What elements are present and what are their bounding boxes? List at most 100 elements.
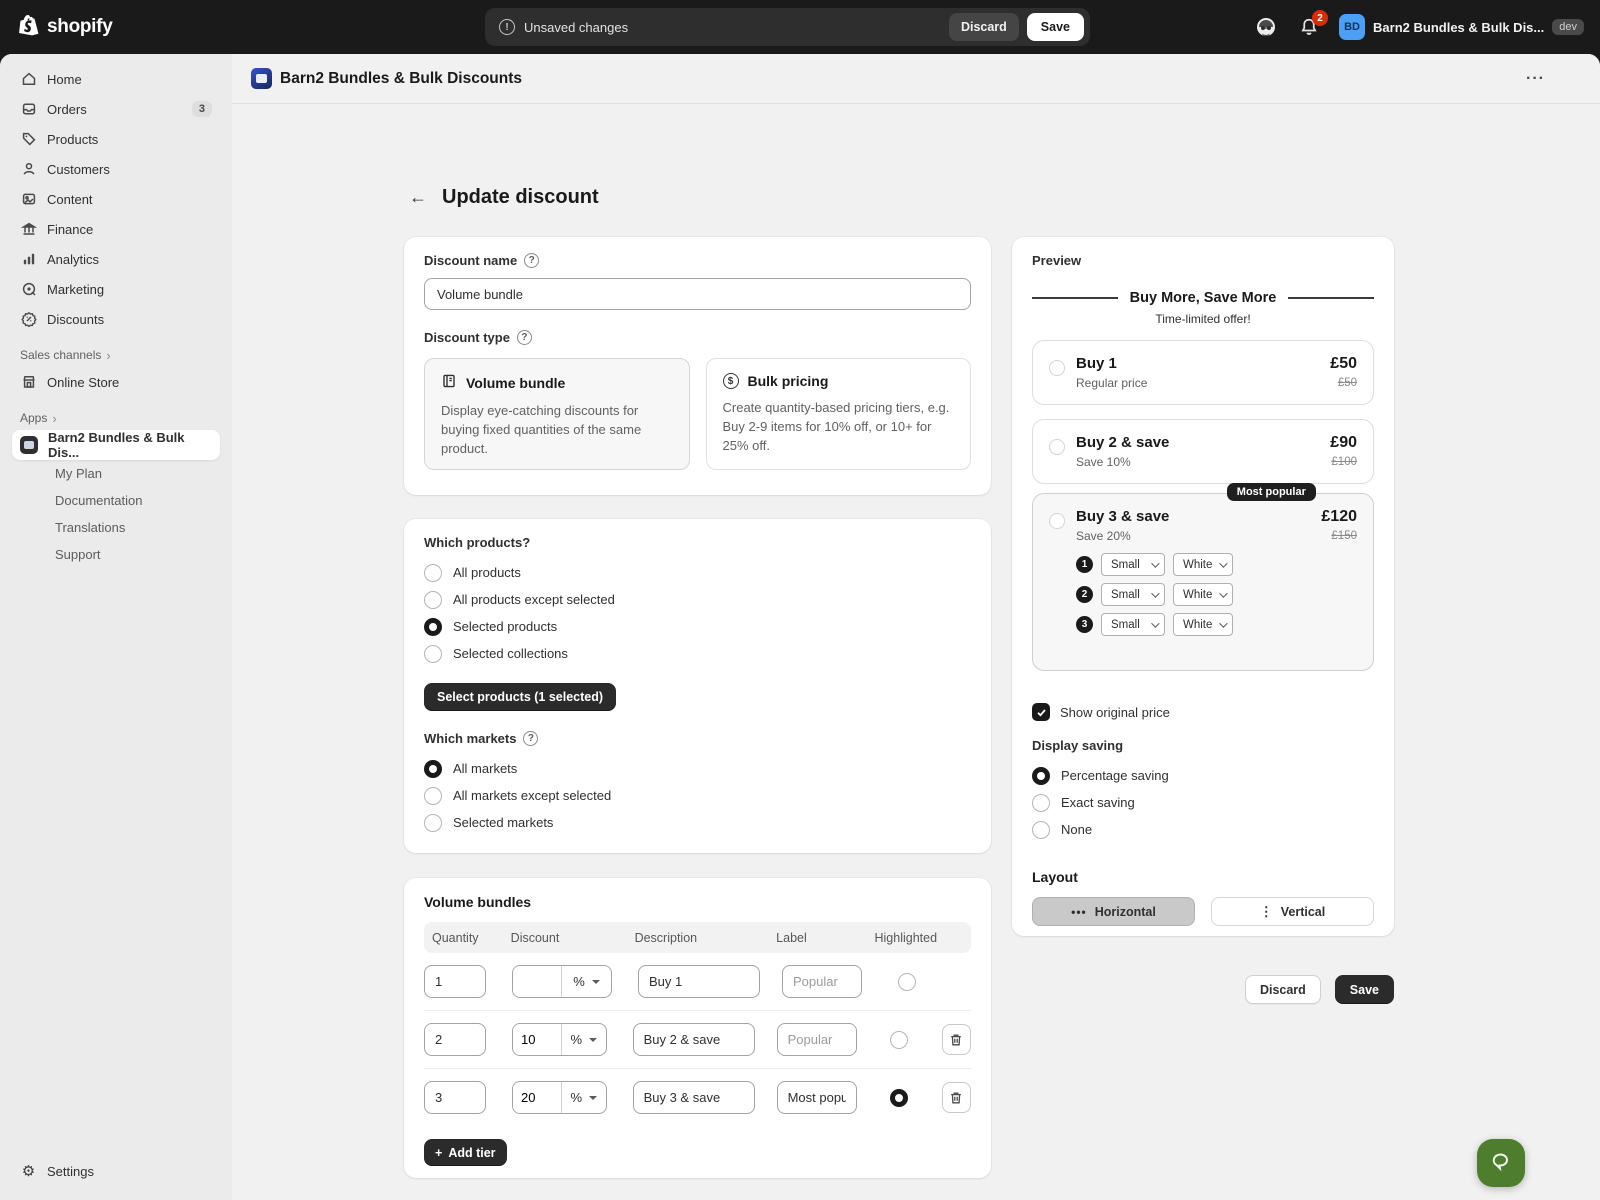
shopify-logo[interactable]: shopify: [18, 13, 218, 42]
sidebar-item-analytics[interactable]: Analytics: [12, 244, 220, 274]
help-icon[interactable]: ?: [524, 253, 539, 268]
discount-type-bulk-pricing[interactable]: $ Bulk pricing Create quantity-based pri…: [706, 358, 972, 470]
label-input[interactable]: [777, 1023, 857, 1056]
sidebar-item-label: Barn2 Bundles & Bulk Dis...: [48, 430, 212, 460]
radio-icon[interactable]: [1032, 821, 1050, 839]
label-input[interactable]: [777, 1081, 857, 1114]
offer-radio-icon[interactable]: [1049, 360, 1065, 376]
sales-channels-header[interactable]: Sales channels ›: [12, 343, 220, 367]
unit-select[interactable]: %: [561, 1082, 606, 1113]
preview-offer-buy-1[interactable]: Buy 1 Regular price £50 £50: [1032, 340, 1374, 405]
highlighted-radio[interactable]: [890, 1089, 908, 1107]
radio-icon[interactable]: [424, 645, 442, 663]
layout-vertical-button[interactable]: ⋮ Vertical: [1211, 897, 1374, 926]
back-arrow-icon[interactable]: ←: [404, 183, 432, 211]
description-input[interactable]: [633, 1081, 755, 1114]
sidebar-item-content[interactable]: Content: [12, 184, 220, 214]
delete-tier-button[interactable]: [942, 1082, 971, 1113]
sidebar-item-finance[interactable]: Finance: [12, 214, 220, 244]
radio-exact-saving[interactable]: Exact saving: [1032, 789, 1374, 816]
sidebar-item-my-plan[interactable]: My Plan: [12, 460, 220, 487]
store-account-menu[interactable]: BD Barn2 Bundles & Bulk Dis... dev: [1339, 14, 1584, 40]
layout-horizontal-button[interactable]: ••• Horizontal: [1032, 897, 1195, 926]
quantity-input[interactable]: [424, 1023, 486, 1056]
select-products-button[interactable]: Select products (1 selected): [424, 683, 616, 711]
sidebar-item-orders[interactable]: Orders 3: [12, 94, 220, 124]
more-options-icon[interactable]: ···: [1526, 70, 1545, 88]
discount-name-input[interactable]: [424, 278, 971, 310]
discard-button[interactable]: Discard: [1245, 975, 1321, 1004]
sidebar-item-barn2-app[interactable]: Barn2 Bundles & Bulk Dis...: [12, 430, 220, 460]
save-button[interactable]: Save: [1335, 975, 1394, 1004]
sidebar-item-support[interactable]: Support: [12, 541, 220, 568]
radio-all-markets[interactable]: All markets: [424, 755, 971, 782]
sidebar-item-translations[interactable]: Translations: [12, 514, 220, 541]
offer-radio-icon[interactable]: [1049, 439, 1065, 455]
banner-line: [1032, 297, 1118, 299]
quantity-input[interactable]: [424, 965, 486, 998]
delete-tier-button[interactable]: [942, 1024, 971, 1055]
add-tier-button[interactable]: + Add tier: [424, 1139, 507, 1166]
topbar-save-button[interactable]: Save: [1027, 13, 1084, 41]
chevron-down-icon: [1151, 559, 1159, 567]
discount-input[interactable]: [513, 1082, 561, 1113]
help-icon[interactable]: ?: [517, 330, 532, 345]
radio-icon[interactable]: [424, 787, 442, 805]
radio-icon[interactable]: [424, 814, 442, 832]
apps-header[interactable]: Apps ›: [12, 406, 220, 430]
sidebar-item-discounts[interactable]: Discounts: [12, 304, 220, 334]
discount-input[interactable]: [513, 966, 561, 997]
radio-icon[interactable]: [1032, 767, 1050, 785]
label-input[interactable]: [782, 965, 862, 998]
color-select[interactable]: White: [1173, 583, 1233, 606]
assistant-face-icon[interactable]: [1253, 14, 1279, 40]
radio-all-markets-except[interactable]: All markets except selected: [424, 782, 971, 809]
preview-title: Preview: [1032, 253, 1374, 268]
offer-radio-icon[interactable]: [1049, 513, 1065, 529]
unit-select[interactable]: %: [561, 966, 611, 997]
radio-none[interactable]: None: [1032, 816, 1374, 843]
radio-icon[interactable]: [424, 618, 442, 636]
quantity-input[interactable]: [424, 1081, 486, 1114]
topbar-discard-button[interactable]: Discard: [949, 13, 1019, 41]
discount-type-volume-bundle[interactable]: Volume bundle Display eye-catching disco…: [424, 358, 690, 470]
radio-selected-products[interactable]: Selected products: [424, 613, 971, 640]
radio-icon[interactable]: [424, 591, 442, 609]
help-icon[interactable]: ?: [523, 731, 538, 746]
radio-all-products[interactable]: All products: [424, 559, 971, 586]
description-input[interactable]: [638, 965, 760, 998]
preview-offer-buy-3[interactable]: Most popular Buy 3 & save Save 20% 1 Sma…: [1032, 493, 1374, 671]
radio-selected-collections[interactable]: Selected collections: [424, 640, 971, 667]
show-original-price-row[interactable]: Show original price: [1032, 703, 1374, 721]
radio-icon[interactable]: [424, 564, 442, 582]
radio-icon[interactable]: [1032, 794, 1050, 812]
sidebar-item-products[interactable]: Products: [12, 124, 220, 154]
sidebar-item-home[interactable]: Home: [12, 64, 220, 94]
radio-icon[interactable]: [424, 760, 442, 778]
notifications-bell-icon[interactable]: 2: [1297, 15, 1321, 39]
preview-offer-buy-2[interactable]: Buy 2 & save Save 10% £90 £100: [1032, 419, 1374, 484]
highlighted-radio[interactable]: [890, 1031, 908, 1049]
page-title: Update discount: [442, 186, 599, 209]
description-input[interactable]: [633, 1023, 755, 1056]
sidebar-item-documentation[interactable]: Documentation: [12, 487, 220, 514]
radio-selected-markets[interactable]: Selected markets: [424, 809, 971, 836]
highlighted-radio[interactable]: [898, 973, 916, 991]
size-select[interactable]: Small: [1101, 553, 1165, 576]
chat-launcher-button[interactable]: [1477, 1139, 1525, 1187]
size-select[interactable]: Small: [1101, 583, 1165, 606]
radio-percentage-saving[interactable]: Percentage saving: [1032, 762, 1374, 789]
sidebar-item-online-store[interactable]: Online Store: [12, 367, 220, 397]
unit-select[interactable]: %: [561, 1024, 606, 1055]
checkbox-checked-icon[interactable]: [1032, 703, 1050, 721]
sidebar-item-marketing[interactable]: Marketing: [12, 274, 220, 304]
sidebar-item-settings[interactable]: ⚙ Settings: [12, 1156, 220, 1186]
radio-all-products-except[interactable]: All products except selected: [424, 586, 971, 613]
item-number-badge: 3: [1076, 616, 1093, 633]
plus-icon: +: [435, 1146, 442, 1160]
size-select[interactable]: Small: [1101, 613, 1165, 636]
color-select[interactable]: White: [1173, 553, 1233, 576]
discount-input[interactable]: [513, 1024, 561, 1055]
color-select[interactable]: White: [1173, 613, 1233, 636]
sidebar-item-customers[interactable]: Customers: [12, 154, 220, 184]
